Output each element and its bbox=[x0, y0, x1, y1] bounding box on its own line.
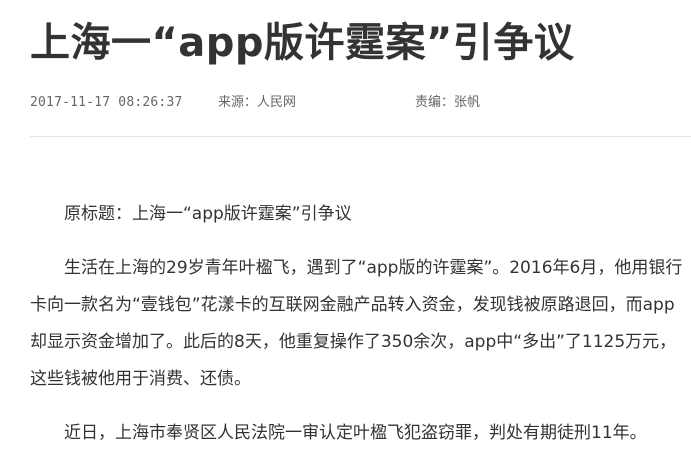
publish-time: 2017-11-17 08:26:37 bbox=[30, 95, 183, 110]
article-body: 原标题：上海一“app版许霆案”引争议 生活在上海的29岁青年叶楹飞，遇到了“a… bbox=[30, 196, 686, 452]
paragraph-court-ruling: 近日，上海市奉贤区人民法院一审认定叶楹飞犯盗窃罪，判处有期徒刑11年。 bbox=[64, 423, 647, 443]
paragraph-case-description: 生活在上海的29岁青年叶楹飞，遇到了“app版的许霆案”。2016年6月，他用银… bbox=[30, 258, 683, 389]
meta-divider bbox=[30, 136, 691, 137]
paragraph-original-title: 原标题：上海一“app版许霆案”引争议 bbox=[64, 204, 352, 224]
article-source: 来源：人民网 bbox=[218, 95, 297, 110]
article-title: 上海一“app版许霆案”引争议 bbox=[30, 20, 575, 66]
article-container: 上海一“app版许霆案”引争议 2017-11-17 08:26:37 来源：人… bbox=[0, 0, 691, 459]
article-editor: 责编：张帆 bbox=[415, 95, 481, 110]
